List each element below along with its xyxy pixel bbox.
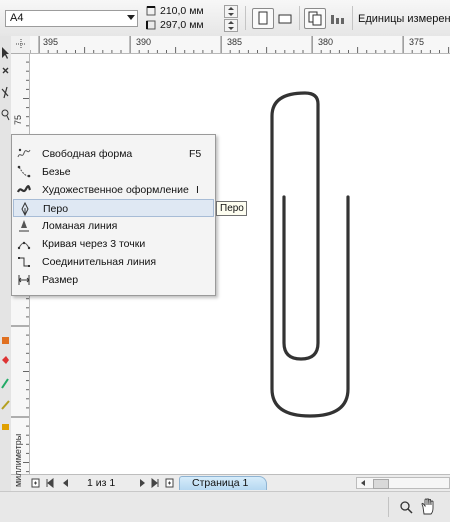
page-width-field[interactable]: 210,0 мм — [158, 5, 224, 18]
paper-size-select[interactable]: A4 — [5, 10, 138, 27]
separator — [299, 6, 300, 30]
flyout-shortcut: F5 — [189, 148, 202, 160]
three-point-curve-icon — [17, 241, 31, 250]
ruler-label: 75 — [13, 114, 23, 125]
landscape-icon — [278, 14, 292, 24]
flyout-item-label: Соединительная линия — [42, 256, 157, 268]
portrait-button[interactable] — [252, 8, 274, 29]
page-height-spinner[interactable] — [224, 19, 238, 32]
flyout-item-polyline[interactable]: Ломаная линия — [13, 217, 214, 235]
zoom-icon[interactable] — [399, 500, 413, 514]
page-height-field[interactable]: 297,0 мм — [158, 19, 224, 32]
height-icon — [146, 20, 156, 30]
flyout-item-dimension[interactable]: Размер — [13, 271, 214, 289]
flyout-item-label: Свободная форма — [42, 148, 133, 160]
separator — [388, 497, 389, 517]
eyedropper-tool-icon[interactable] — [1, 376, 10, 390]
horizontal-ruler[interactable]: 395 390 385 380 375 — [30, 36, 450, 54]
outline-tool-icon[interactable] — [1, 398, 10, 412]
flyout-item-label: Художественное оформление — [42, 184, 189, 196]
flyout-item-label: Кривая через 3 точки — [42, 238, 146, 250]
all-pages-button[interactable] — [304, 8, 326, 29]
bezier-icon — [17, 165, 31, 178]
separator — [352, 6, 353, 30]
flyout-item-pen[interactable]: Перо — [13, 199, 214, 217]
flyout-item-three-point-curve[interactable]: Кривая через 3 точки — [13, 235, 214, 253]
horizontal-scrollbar[interactable] — [356, 477, 450, 489]
landscape-button[interactable] — [274, 8, 296, 29]
scroll-left-icon[interactable] — [359, 479, 367, 487]
ruler-origin[interactable] — [11, 36, 31, 54]
flyout-item-label: Перо — [43, 203, 69, 215]
ruler-label: 390 — [136, 37, 152, 47]
ruler-label: 375 — [409, 37, 425, 47]
scrollbar-thumb[interactable] — [373, 479, 389, 489]
ruler-label: 395 — [43, 37, 59, 47]
hand-pan-icon[interactable] — [420, 498, 436, 515]
freehand-icon — [17, 148, 31, 158]
current-page-button[interactable] — [327, 8, 349, 29]
portrait-icon — [258, 11, 268, 25]
chevron-down-icon[interactable] — [127, 15, 135, 20]
next-page-icon[interactable] — [138, 478, 147, 488]
ruler-units: миллиметры — [13, 433, 23, 487]
flyout-item-artistic-media[interactable]: Художественное оформление I — [13, 181, 214, 199]
flyout-item-label: Ломаная линия — [42, 220, 118, 232]
paper-size-value: A4 — [10, 12, 24, 24]
ruler-label: 380 — [318, 37, 334, 47]
flyout-item-bezier[interactable]: Безье — [13, 163, 214, 181]
pages-icon — [308, 11, 322, 26]
add-page-after-icon[interactable] — [165, 478, 174, 488]
bucket-tool-icon[interactable] — [1, 354, 10, 368]
zoom-tool-icon[interactable] — [1, 108, 10, 122]
bar-layout-icon — [331, 15, 344, 24]
pen-icon — [21, 202, 29, 216]
pick-tool-icon[interactable] — [1, 46, 10, 60]
first-page-icon[interactable] — [45, 478, 54, 488]
flyout-item-connector[interactable]: Соединительная линия — [13, 253, 214, 271]
flyout-item-freehand[interactable]: Свободная форма F5 — [13, 145, 214, 163]
polyline-icon — [19, 220, 29, 232]
crop-tool-icon[interactable] — [1, 86, 10, 100]
flyout-item-label: Размер — [42, 274, 79, 286]
ruler-label: 385 — [227, 37, 243, 47]
page-navigator: 1 из 1 Страница 1 — [11, 474, 450, 492]
tooltip: Перо — [216, 201, 247, 216]
width-icon — [146, 6, 156, 16]
shape-tool-icon[interactable] — [1, 66, 10, 80]
units-label: Единицы измерения: — [358, 13, 450, 25]
interactive-fill-icon[interactable] — [1, 420, 10, 434]
connector-icon — [18, 257, 30, 267]
add-page-before-icon[interactable] — [31, 478, 40, 488]
tab-page-1[interactable]: Страница 1 — [179, 476, 267, 490]
last-page-icon[interactable] — [151, 478, 160, 488]
page-count: 1 из 1 — [87, 477, 116, 489]
status-bar — [0, 491, 450, 522]
curve-tools-flyout: Свободная форма F5 Безье Художественное … — [11, 134, 216, 296]
previous-page-icon[interactable] — [61, 478, 70, 488]
ruler-origin-icon — [16, 39, 26, 49]
flyout-shortcut: I — [196, 184, 199, 196]
property-bar: A4 210,0 мм 297,0 мм Единицы измерен — [0, 0, 450, 37]
flyout-item-label: Безье — [42, 166, 71, 178]
separator — [245, 6, 246, 30]
dimension-icon — [18, 275, 30, 285]
fill-tool-icon[interactable] — [1, 334, 10, 348]
page-width-spinner[interactable] — [224, 5, 238, 18]
artistic-media-icon — [17, 185, 31, 193]
